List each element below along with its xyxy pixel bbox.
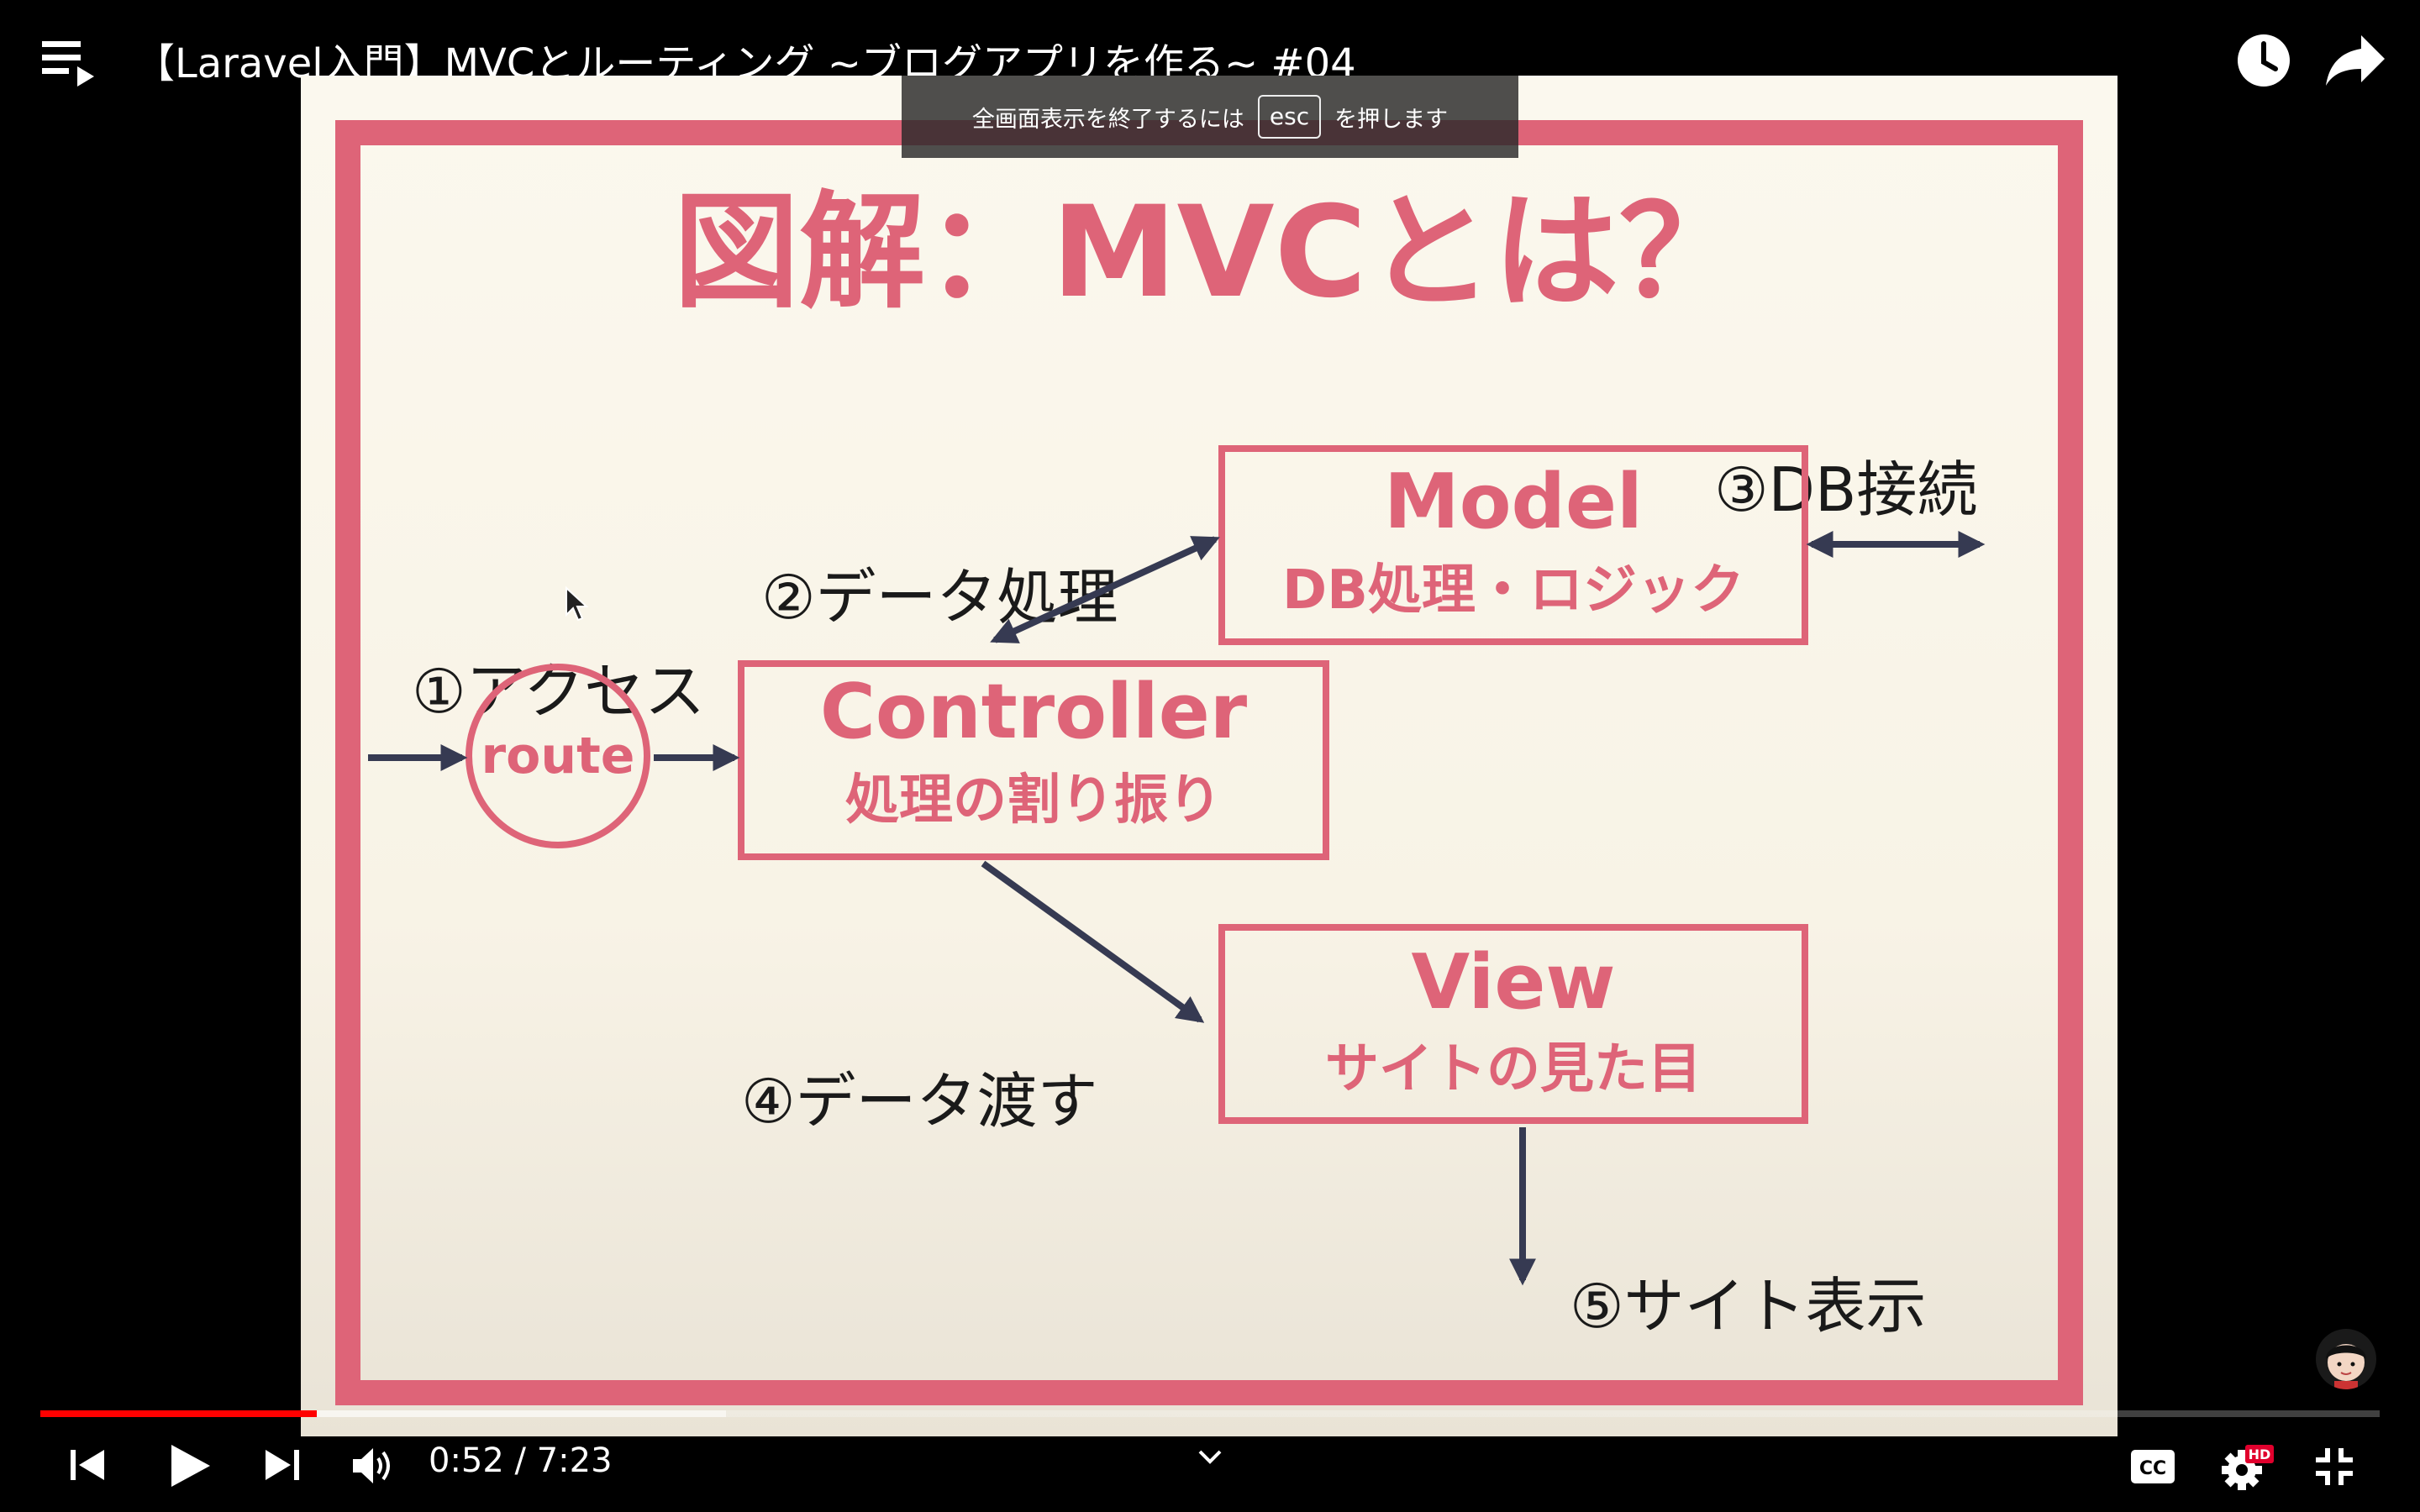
cc-label: CC [2139,1458,2166,1479]
exit-fullscreen-notice: 全画面表示を終了するには esc を押します [902,76,1518,158]
step3-label: ③DB接続 [1714,454,1977,525]
volume-icon[interactable] [351,1445,397,1487]
previous-icon[interactable] [69,1446,106,1483]
share-icon[interactable] [2324,34,2386,87]
play-icon[interactable] [168,1443,212,1488]
controller-title: Controller [820,668,1248,756]
step4-label: ④データ渡す [741,1066,1098,1137]
mvc-slide: 図解：MVCとは？ ①アクセス ②データ処理 ③DB接続 ④データ渡す ⑤サイト… [301,76,2118,1436]
playlist-icon[interactable] [42,38,101,92]
step5-label: ⑤サイト表示 [1570,1271,1927,1341]
duration: 7:23 [536,1441,613,1480]
view-subtitle: サイトの見た目 [1325,1038,1702,1100]
channel-avatar[interactable] [2316,1329,2376,1389]
esc-notice-after: を押します [1334,106,1449,133]
controller-subtitle: 処理の割り振り [845,769,1222,832]
progress-played [40,1410,317,1417]
model-subtitle: DB処理・ロジック [1282,559,1744,622]
time-display: 0:52 / 7:23 [429,1441,613,1480]
video-frame[interactable]: 図解：MVCとは？ ①アクセス ②データ処理 ③DB接続 ④データ渡す ⑤サイト… [301,76,2118,1436]
route-label: route [481,727,635,785]
time-separator: / [503,1441,537,1480]
chevron-down-icon[interactable] [1197,1446,1223,1467]
hd-badge: HD [2249,1446,2271,1462]
slide-title: 図解：MVCとは？ [673,180,1744,326]
watch-later-icon[interactable] [2235,32,2292,89]
view-title: View [1411,938,1615,1026]
step2-label: ②データ処理 [761,562,1118,633]
settings-gear-icon[interactable]: HD [2220,1443,2275,1492]
avatar-face-icon [2326,1344,2366,1389]
next-icon[interactable] [264,1446,301,1483]
esc-notice-before: 全画面表示を終了するには [971,106,1244,133]
current-time: 0:52 [429,1441,504,1480]
captions-icon[interactable]: CC [2131,1450,2175,1483]
esc-key: esc [1257,95,1322,139]
exit-fullscreen-icon[interactable] [2312,1445,2356,1488]
model-title: Model [1384,458,1643,546]
